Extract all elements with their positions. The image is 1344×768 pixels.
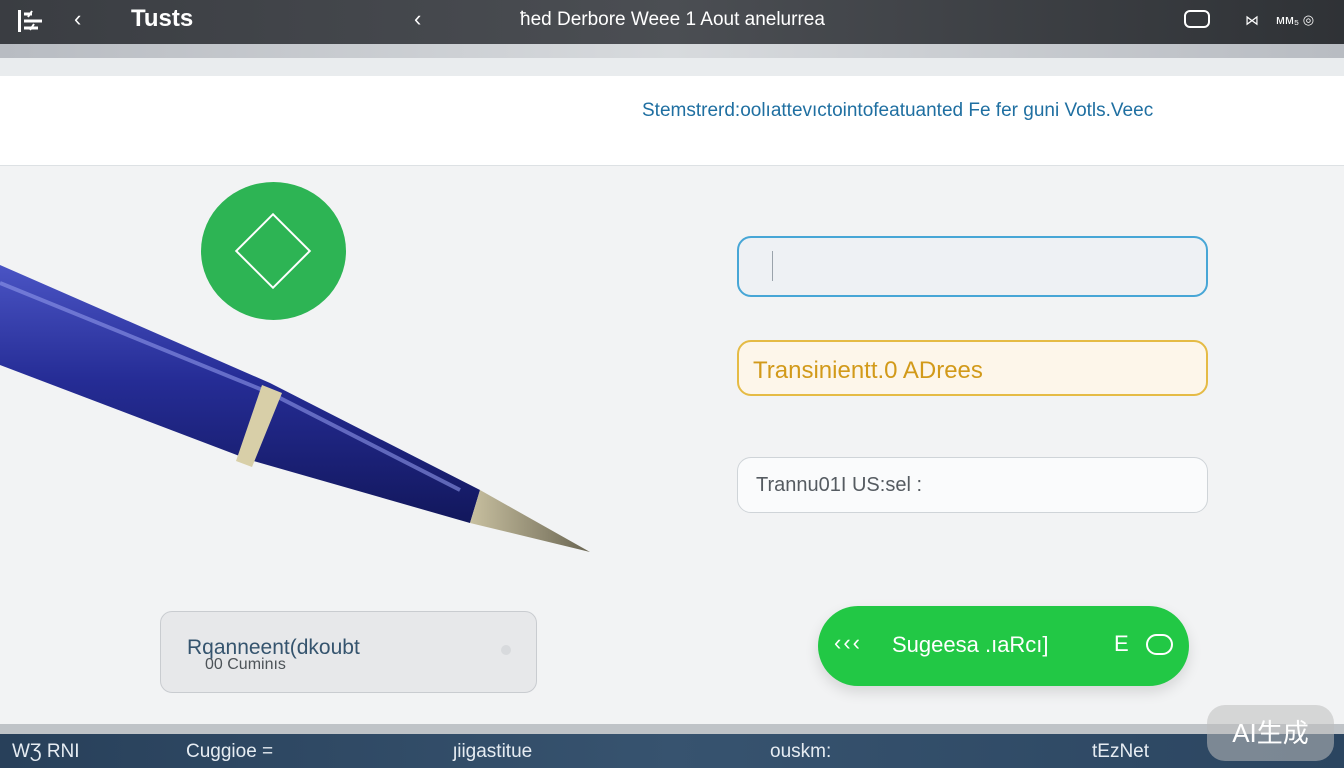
window-icon[interactable] bbox=[1184, 10, 1210, 28]
page-subtitle: Stemstrerd:oolıattevıctointofeatuanted F… bbox=[642, 100, 1154, 121]
primary-button-label: Sugeesa .ıaRcı] bbox=[892, 632, 1049, 657]
divider-stripe bbox=[0, 724, 1344, 734]
mute-icon[interactable]: ⋈ bbox=[1245, 12, 1259, 29]
primary-button-icon-text: E bbox=[1114, 631, 1129, 656]
nav-item[interactable]: Cuggioe = bbox=[186, 741, 273, 763]
address-input-value: Transinientt.0 ADrees bbox=[753, 357, 983, 384]
app-title: Tusts bbox=[131, 5, 194, 32]
nav-item[interactable]: ouskm: bbox=[770, 741, 831, 763]
header-band: Stemstrerd:oolıattevıctointofeatuanted F… bbox=[0, 76, 1344, 166]
address-input[interactable]: Transinientt.0 ADrees bbox=[737, 340, 1208, 396]
divider-stripe bbox=[0, 58, 1344, 76]
text-cursor bbox=[772, 251, 778, 281]
nav-item[interactable]: WƷ RNI bbox=[12, 741, 80, 763]
divider-stripe bbox=[0, 44, 1344, 58]
secondary-button-sublabel: 00 Cuminıs bbox=[205, 656, 286, 673]
chevron-left-icon[interactable]: ‹ bbox=[74, 6, 81, 32]
secondary-button[interactable]: Rqanneent(dkoubt 00 Cuminıs bbox=[160, 611, 537, 693]
toggle-icon bbox=[1146, 634, 1173, 655]
pen-illustration bbox=[0, 265, 590, 552]
primary-button[interactable]: ‹‹‹ Sugeesa .ıaRcı] E bbox=[818, 606, 1189, 686]
text-input[interactable] bbox=[737, 236, 1208, 297]
nav-item[interactable]: tEzNet bbox=[1092, 741, 1149, 763]
bottom-nav: WƷ RNI Cuggioe = ȷiigastitue ouskm: tEzN… bbox=[0, 734, 1344, 768]
title-bar: ‹ Tusts ‹ ћed Derbore Weee 1 Aout anelur… bbox=[0, 0, 1344, 44]
window-title: ћed Derbore Weee 1 Aout anelurrea bbox=[520, 9, 825, 30]
user-input[interactable]: Trannu01I US:sel : bbox=[737, 457, 1208, 513]
watermark: AI生成 bbox=[1207, 705, 1334, 761]
status-indicator: ᴍᴍ₅ ◎ bbox=[1276, 12, 1315, 27]
dot-icon bbox=[501, 645, 511, 655]
menu-icon[interactable] bbox=[16, 8, 46, 34]
chevron-left-icon[interactable]: ‹ bbox=[414, 6, 421, 32]
nav-item[interactable]: ȷiigastitue bbox=[453, 741, 532, 763]
user-input-value: Trannu01I US:sel : bbox=[756, 474, 923, 496]
chevrons-left-icon: ‹‹‹ bbox=[834, 630, 862, 655]
